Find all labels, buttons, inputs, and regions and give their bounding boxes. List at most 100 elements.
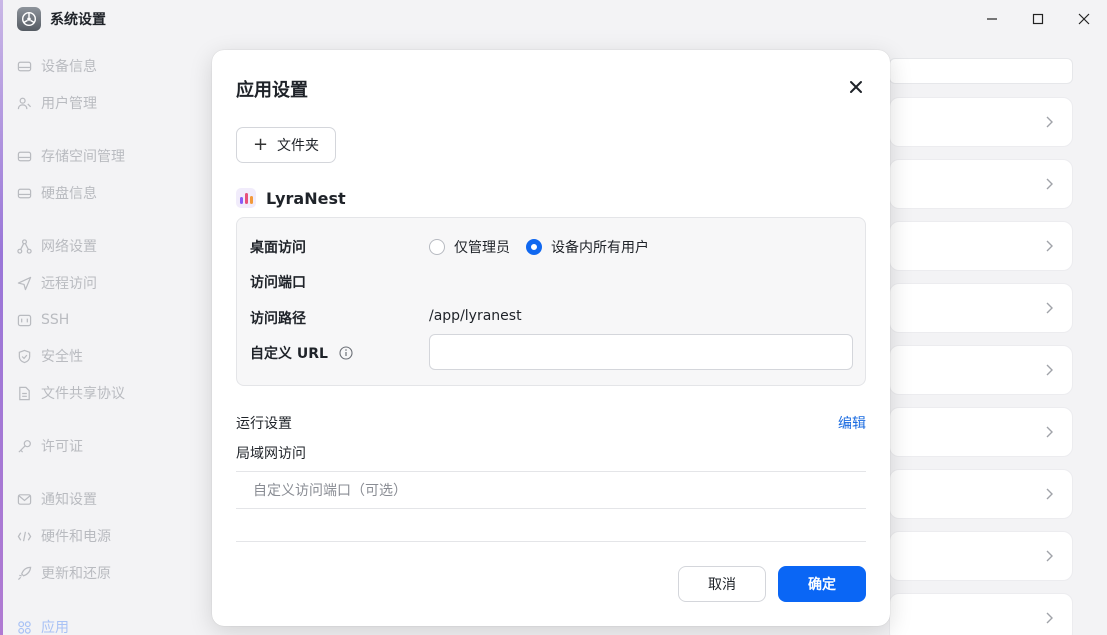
app-list-row[interactable] <box>889 593 1073 635</box>
lyranest-app-icon <box>236 188 256 208</box>
divider <box>236 508 866 509</box>
custom-port-label: 自定义访问端口（可选） <box>253 483 407 499</box>
sidebar-item-network[interactable]: 网络设置 <box>3 232 97 260</box>
app-list-row[interactable] <box>889 221 1073 271</box>
file-icon <box>16 385 32 401</box>
radio-admin-only-label: 仅管理员 <box>454 240 510 256</box>
power-icon <box>16 528 32 544</box>
sidebar-item-disk[interactable]: 硬盘信息 <box>3 179 97 207</box>
storage-icon <box>16 148 32 164</box>
access-port-label: 访问端口 <box>250 275 306 291</box>
chevron-right-icon <box>1046 488 1053 500</box>
sidebar-item-update-restore[interactable]: 更新和还原 <box>3 559 111 587</box>
maximize-icon <box>1032 13 1044 25</box>
close-icon[interactable] <box>848 79 864 95</box>
access-path-value: /app/lyranest <box>429 308 522 324</box>
sidebar-item-users[interactable]: 用户管理 <box>3 89 97 117</box>
dialog-title: 应用设置 <box>236 80 308 101</box>
chevron-right-icon <box>1046 612 1053 624</box>
sidebar-item-label: 通知设置 <box>41 492 97 508</box>
title-bar: 系统设置 <box>3 0 1107 38</box>
app-list-row[interactable] <box>889 469 1073 519</box>
sidebar-item-ssh[interactable]: SSH <box>3 306 69 334</box>
desktop-access-radio-group: 仅管理员 设备内所有用户 <box>429 237 665 257</box>
apps-grid-icon <box>16 619 32 635</box>
close-window-button[interactable] <box>1061 0 1107 38</box>
mail-icon <box>16 491 32 507</box>
key-icon <box>16 438 32 454</box>
sidebar-item-label: 硬件和电源 <box>41 529 111 545</box>
app-list-row[interactable] <box>889 531 1073 581</box>
sidebar-item-label: 文件共享协议 <box>41 386 125 402</box>
info-icon[interactable] <box>339 346 353 360</box>
desktop-access-label: 桌面访问 <box>250 240 306 256</box>
drive-icon <box>16 58 32 74</box>
custom-url-label-row: 自定义 URL <box>250 343 353 363</box>
sidebar-item-license[interactable]: 许可证 <box>3 432 83 460</box>
sidebar-item-file-sharing[interactable]: 文件共享协议 <box>3 379 125 407</box>
app-header: LyraNest <box>236 188 346 208</box>
sidebar-item-notifications[interactable]: 通知设置 <box>3 485 97 513</box>
window-title: 系统设置 <box>50 12 106 28</box>
sidebar-item-label: 硬盘信息 <box>41 186 97 202</box>
chevron-right-icon <box>1046 550 1053 562</box>
app-list-row[interactable] <box>889 97 1073 147</box>
maximize-button[interactable] <box>1015 0 1061 38</box>
divider <box>236 541 866 542</box>
sidebar: 设备信息 用户管理 存储空间管理 硬盘信息 网络设置 远程访问 SSH 安全性 … <box>3 42 213 635</box>
chevron-right-icon <box>1046 178 1053 190</box>
radio-circle-selected <box>526 239 542 255</box>
sidebar-item-label: 用户管理 <box>41 96 97 112</box>
sidebar-item-remote-access[interactable]: 远程访问 <box>3 269 97 297</box>
network-icon <box>16 238 32 254</box>
radio-circle <box>429 239 445 255</box>
plus-icon: + <box>252 134 269 155</box>
radio-admin-only[interactable]: 仅管理员 <box>429 237 510 257</box>
sidebar-item-label: 许可证 <box>41 439 83 455</box>
sidebar-item-label: 安全性 <box>41 349 83 365</box>
rocket-icon <box>16 565 32 581</box>
radio-all-users[interactable]: 设备内所有用户 <box>526 237 649 257</box>
edit-link[interactable]: 编辑 <box>838 413 866 433</box>
shield-icon <box>16 348 32 364</box>
sidebar-item-label: 设备信息 <box>41 59 97 75</box>
disk-icon <box>16 185 32 201</box>
chevron-right-icon <box>1046 240 1053 252</box>
sidebar-item-label: 远程访问 <box>41 276 97 292</box>
app-settings-dialog: 应用设置 + 文件夹 LyraNest 桌面访问 仅管理员 设备内所有用户 访问… <box>212 50 890 626</box>
minimize-button[interactable] <box>969 0 1015 38</box>
custom-url-input[interactable] <box>429 334 853 370</box>
add-folder-button[interactable]: + 文件夹 <box>236 127 336 163</box>
custom-port-field[interactable]: 自定义访问端口（可选） <box>236 472 866 508</box>
chevron-right-icon <box>1046 364 1053 376</box>
sidebar-item-label: 网络设置 <box>41 239 97 255</box>
sidebar-item-device-info[interactable]: 设备信息 <box>3 52 97 80</box>
send-icon <box>16 275 32 291</box>
sidebar-item-label: 更新和还原 <box>41 566 111 582</box>
access-settings-panel: 桌面访问 仅管理员 设备内所有用户 访问端口 访问路径 /app/lyranes… <box>236 217 866 386</box>
close-icon <box>1078 13 1090 25</box>
terminal-icon <box>16 312 32 328</box>
app-list-row[interactable] <box>889 159 1073 209</box>
chevron-right-icon <box>1046 302 1053 314</box>
users-icon <box>16 95 32 111</box>
sidebar-item-hardware-power[interactable]: 硬件和电源 <box>3 522 111 550</box>
sidebar-item-apps[interactable]: 应用 <box>3 613 69 635</box>
radio-all-users-label: 设备内所有用户 <box>551 240 649 256</box>
custom-url-label: 自定义 URL <box>250 346 328 362</box>
sidebar-item-security[interactable]: 安全性 <box>3 342 83 370</box>
run-settings-label: 运行设置 <box>236 416 292 432</box>
app-list-row[interactable] <box>889 283 1073 333</box>
chevron-right-icon <box>1046 116 1053 128</box>
app-list-row[interactable] <box>889 407 1073 457</box>
app-search-input[interactable] <box>889 58 1073 84</box>
sidebar-item-storage[interactable]: 存储空间管理 <box>3 142 125 170</box>
sidebar-item-label: 存储空间管理 <box>41 149 125 165</box>
app-list-row[interactable] <box>889 345 1073 395</box>
access-path-label: 访问路径 <box>250 311 306 327</box>
confirm-button[interactable]: 确定 <box>778 566 866 602</box>
cancel-button[interactable]: 取消 <box>678 566 766 602</box>
sidebar-item-label: SSH <box>41 312 70 328</box>
settings-gear-icon <box>17 7 41 31</box>
chevron-right-icon <box>1046 426 1053 438</box>
